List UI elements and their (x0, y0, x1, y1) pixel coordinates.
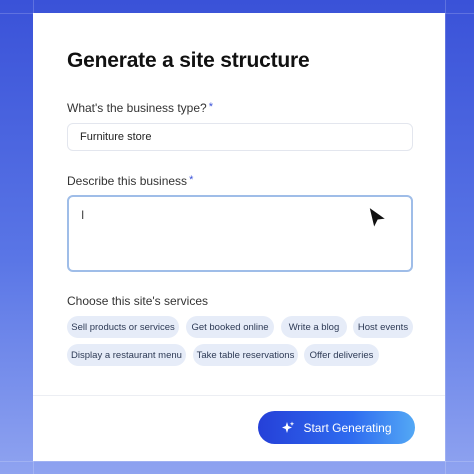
describe-business-textarea[interactable]: I (67, 195, 413, 272)
service-chip-sell-products[interactable]: Sell products or services (67, 316, 179, 338)
service-chip-offer-deliveries[interactable]: Offer deliveries (304, 344, 379, 366)
start-generating-button[interactable]: Start Generating (258, 411, 415, 444)
service-chip-host-events[interactable]: Host events (353, 316, 413, 338)
page-title: Generate a site structure (67, 49, 310, 72)
business-type-value: Furniture store (80, 131, 152, 143)
required-marker: * (208, 101, 213, 113)
describe-business-label: Describe this business * (67, 174, 194, 188)
services-label: Choose this site's services (67, 294, 209, 308)
service-chip-table-reservations[interactable]: Take table reservations (193, 344, 298, 366)
service-chip-get-booked[interactable]: Get booked online (186, 316, 274, 338)
text-caret: I (81, 208, 85, 222)
business-type-input[interactable]: Furniture store (67, 123, 413, 151)
sparkle-icon (282, 421, 295, 433)
footer-divider (33, 395, 445, 396)
business-type-label: What's the business type? * (67, 101, 213, 115)
service-chip-write-blog[interactable]: Write a blog (281, 316, 347, 338)
form-card: Generate a site structure What's the bus… (33, 13, 445, 461)
service-chip-restaurant-menu[interactable]: Display a restaurant menu (67, 344, 186, 366)
mouse-pointer-icon (368, 206, 388, 230)
start-generating-label: Start Generating (303, 420, 392, 435)
required-marker: * (189, 174, 194, 186)
